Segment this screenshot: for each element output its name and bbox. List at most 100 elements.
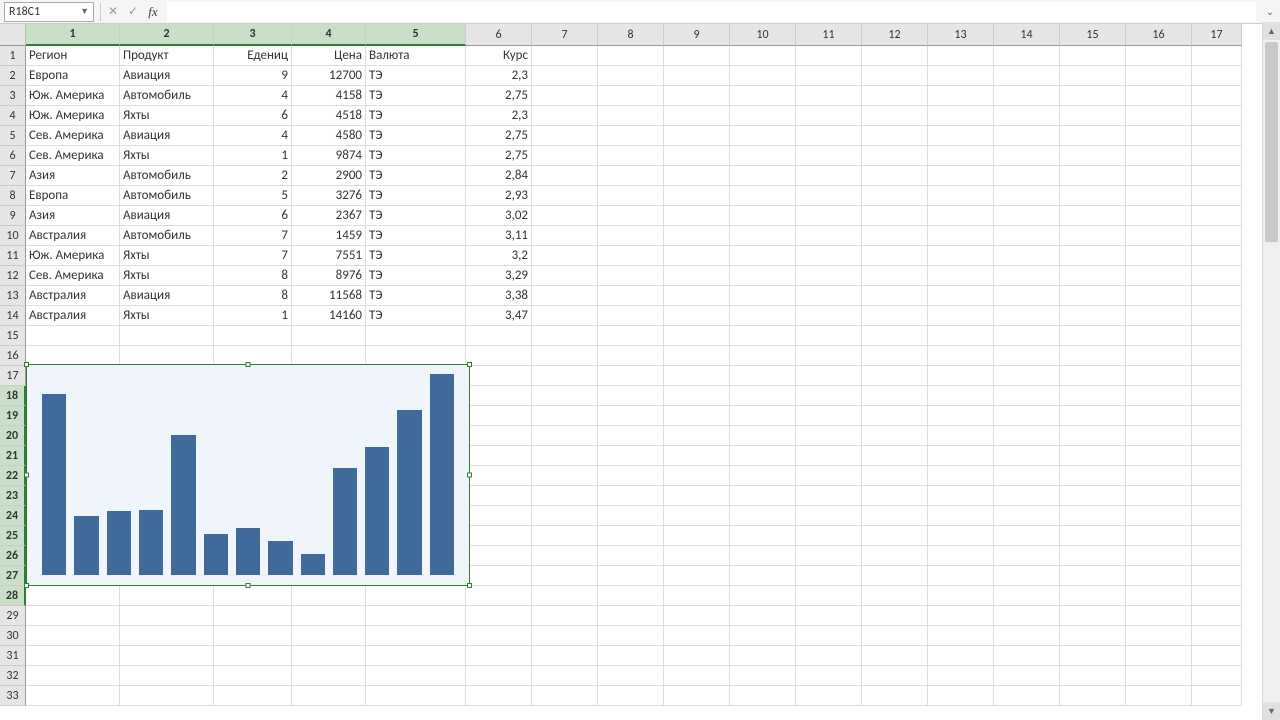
cell[interactable] (1192, 226, 1242, 246)
cell[interactable] (598, 226, 664, 246)
col-header-13[interactable]: 13 (928, 24, 994, 46)
cell[interactable] (862, 166, 928, 186)
cell[interactable]: 2900 (292, 166, 366, 186)
col-header-3[interactable]: 3 (214, 24, 292, 46)
cell[interactable]: 8976 (292, 266, 366, 286)
cell[interactable] (796, 466, 862, 486)
cell[interactable] (598, 246, 664, 266)
cell[interactable] (466, 486, 532, 506)
cell[interactable] (1192, 606, 1242, 626)
cell[interactable]: 7 (214, 246, 292, 266)
cell[interactable]: Авиация (120, 286, 214, 306)
cell[interactable] (994, 126, 1060, 146)
cell[interactable]: ТЭ (366, 266, 466, 286)
row-header-33[interactable]: 33 (0, 686, 26, 706)
cell[interactable] (862, 146, 928, 166)
cell[interactable] (862, 306, 928, 326)
row-header-4[interactable]: 4 (0, 106, 26, 126)
cell[interactable] (532, 666, 598, 686)
cell[interactable] (796, 546, 862, 566)
cell[interactable] (1192, 386, 1242, 406)
cell[interactable] (598, 686, 664, 706)
cell[interactable] (466, 466, 532, 486)
cell[interactable] (862, 546, 928, 566)
cell[interactable] (664, 486, 730, 506)
cell[interactable] (796, 326, 862, 346)
cell[interactable] (994, 406, 1060, 426)
cell[interactable] (796, 86, 862, 106)
cell[interactable] (796, 66, 862, 86)
cell[interactable] (292, 346, 366, 366)
cell[interactable] (120, 646, 214, 666)
cell[interactable] (928, 406, 994, 426)
cell[interactable] (1192, 206, 1242, 226)
cell[interactable] (532, 466, 598, 486)
cell[interactable] (598, 66, 664, 86)
cell[interactable] (366, 626, 466, 646)
cell[interactable] (994, 466, 1060, 486)
row-header-17[interactable]: 17 (0, 366, 26, 386)
cell[interactable] (730, 626, 796, 646)
cell[interactable] (928, 126, 994, 146)
row-header-14[interactable]: 14 (0, 306, 26, 326)
cell[interactable] (120, 666, 214, 686)
cell[interactable] (730, 526, 796, 546)
cell[interactable] (994, 486, 1060, 506)
cell[interactable] (532, 486, 598, 506)
cell[interactable] (466, 666, 532, 686)
cell[interactable] (796, 686, 862, 706)
cell[interactable] (862, 246, 928, 266)
cell[interactable] (730, 386, 796, 406)
cell[interactable] (994, 366, 1060, 386)
row-header-12[interactable]: 12 (0, 266, 26, 286)
cell[interactable] (532, 566, 598, 586)
cell[interactable] (928, 306, 994, 326)
cell[interactable] (862, 326, 928, 346)
cell[interactable] (796, 486, 862, 506)
cell[interactable] (26, 646, 120, 666)
cell[interactable] (598, 446, 664, 466)
cell[interactable] (994, 306, 1060, 326)
row-header-25[interactable]: 25 (0, 526, 26, 546)
cell[interactable]: ТЭ (366, 226, 466, 246)
col-header-9[interactable]: 9 (664, 24, 730, 46)
cell[interactable] (598, 206, 664, 226)
cell[interactable] (1126, 546, 1192, 566)
cell[interactable] (796, 266, 862, 286)
row-header-22[interactable]: 22 (0, 466, 26, 486)
cell[interactable] (862, 466, 928, 486)
cell[interactable] (1060, 186, 1126, 206)
row-header-9[interactable]: 9 (0, 206, 26, 226)
row-header-20[interactable]: 20 (0, 426, 26, 446)
cell[interactable] (664, 526, 730, 546)
row-header-11[interactable]: 11 (0, 246, 26, 266)
cell[interactable] (664, 66, 730, 86)
cell[interactable] (862, 266, 928, 286)
row-header-32[interactable]: 32 (0, 666, 26, 686)
cell[interactable]: 2,75 (466, 86, 532, 106)
cell[interactable]: Авиация (120, 66, 214, 86)
cell[interactable] (796, 626, 862, 646)
row-header-10[interactable]: 10 (0, 226, 26, 246)
cell[interactable]: Яхты (120, 266, 214, 286)
cell[interactable] (1060, 526, 1126, 546)
row-header-31[interactable]: 31 (0, 646, 26, 666)
cell[interactable] (598, 186, 664, 206)
cell[interactable] (796, 666, 862, 686)
cell[interactable] (1126, 486, 1192, 506)
cell[interactable]: 2,84 (466, 166, 532, 186)
cell[interactable] (730, 646, 796, 666)
cell[interactable] (26, 606, 120, 626)
cell[interactable] (862, 226, 928, 246)
cell[interactable] (598, 366, 664, 386)
formula-input[interactable] (167, 2, 1256, 22)
cell[interactable] (1126, 66, 1192, 86)
cell[interactable] (26, 346, 120, 366)
cell[interactable] (466, 426, 532, 446)
cell[interactable] (994, 566, 1060, 586)
cell[interactable] (1060, 666, 1126, 686)
cell[interactable] (532, 186, 598, 206)
chart-resize-handle[interactable] (24, 473, 29, 478)
cell[interactable] (120, 346, 214, 366)
row-header-30[interactable]: 30 (0, 626, 26, 646)
